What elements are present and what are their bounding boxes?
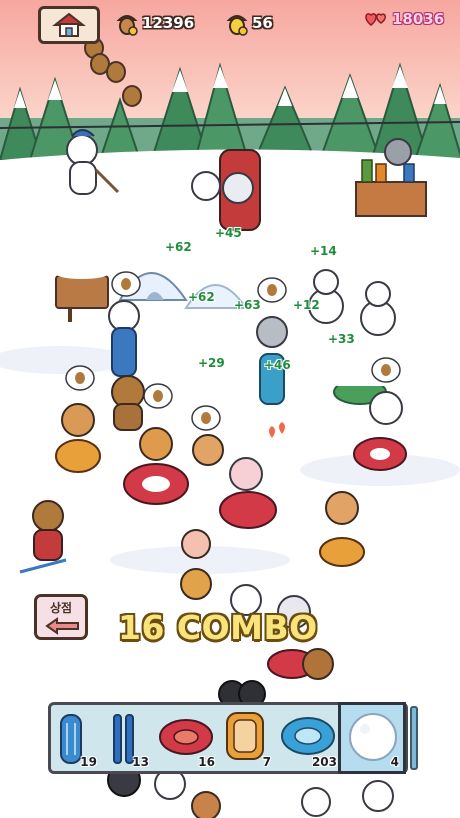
inventory-count: 13 — [132, 755, 149, 769]
home-button[interactable] — [38, 6, 100, 44]
house-icon — [52, 12, 86, 37]
floating-points: +62 — [188, 290, 215, 304]
hearts-counter[interactable]: 18036 — [364, 10, 444, 28]
inventory-count: 4 — [390, 755, 399, 769]
orange-tube-icon — [226, 712, 264, 760]
hearts-icon — [365, 13, 386, 26]
shop-sign-button[interactable]: 상점 — [34, 594, 88, 640]
combo-counter: 16 COMBO — [118, 608, 318, 647]
floating-points: +29 — [198, 356, 225, 370]
snowman-right[interactable] — [360, 281, 396, 336]
floating-points: +14 — [310, 244, 337, 258]
blue-tube-icon — [281, 717, 335, 755]
inventory-slot-blue-tube[interactable]: 203 — [277, 705, 341, 771]
golden-acorn-count: 56 — [252, 14, 273, 32]
golden-acorn-counter[interactable]: 56 — [226, 10, 273, 36]
red-tube-icon — [159, 719, 213, 755]
ski-slope-scene — [0, 0, 460, 818]
inventory-count: 7 — [262, 755, 271, 769]
floating-points: +62 — [165, 240, 192, 254]
shop-sign-label: 상점 — [49, 601, 73, 615]
inventory-count: 16 — [198, 755, 215, 769]
inventory-slot-blue-sled[interactable]: 19 — [53, 705, 101, 771]
floating-points: +46 — [264, 358, 291, 372]
hearts-count: 18036 — [392, 10, 445, 28]
inventory-count: 203 — [311, 755, 337, 769]
floating-points: +33 — [328, 332, 355, 346]
left-arrow-icon — [45, 617, 79, 635]
golden-acorn-icon — [226, 15, 248, 36]
inventory-slot-skis[interactable]: 13 — [103, 705, 153, 771]
floating-points: +45 — [215, 226, 242, 240]
snowman-left[interactable] — [308, 269, 344, 324]
inventory-slot-red-tube[interactable]: 16 — [155, 705, 219, 771]
inventory-scrollbar[interactable] — [410, 706, 418, 770]
inventory-count: 19 — [80, 755, 97, 769]
acorn-count: 12396 — [142, 14, 195, 32]
acorn-icon — [116, 15, 138, 36]
inventory-slot-orange-tube[interactable]: 7 — [221, 705, 275, 771]
floating-points: +12 — [293, 298, 320, 312]
floating-points: +63 — [234, 298, 261, 312]
acorn-counter[interactable]: 12396 — [116, 10, 194, 36]
inventory-slot-snowball-selected[interactable]: 4 — [338, 702, 406, 774]
